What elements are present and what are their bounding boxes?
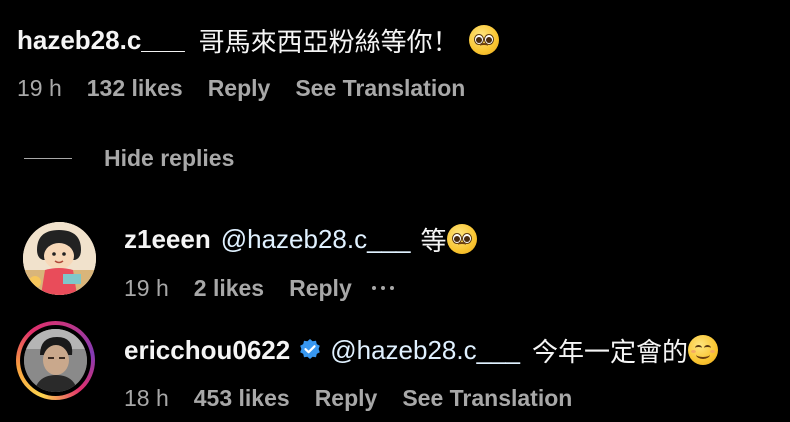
hide-replies-button[interactable]: Hide replies: [104, 144, 259, 172]
hide-replies-label: Hide replies: [104, 144, 235, 171]
comments-panel: hazeb28.c___ 哥馬來西亞粉絲等你！ 19 h 132 likes R…: [0, 0, 790, 422]
see-translation-button[interactable]: See Translation: [295, 75, 465, 102]
comment-meta: 19 h 132 likes Reply See Translation: [17, 74, 490, 102]
reply-text: 今年一定會的: [531, 336, 688, 367]
verified-badge-icon: [298, 338, 322, 362]
reply-time: 18 h: [124, 384, 169, 411]
avatar-illustration: [23, 222, 96, 295]
avatar[interactable]: [23, 222, 96, 295]
more-dots-icon[interactable]: [371, 286, 394, 290]
reply-button[interactable]: Reply: [208, 75, 271, 102]
comment-likes[interactable]: 132 likes: [87, 75, 183, 102]
comment-text: 哥馬來西亞粉絲等你！: [198, 26, 459, 57]
replies-divider: [24, 158, 72, 159]
comment-username[interactable]: hazeb28.c___: [17, 25, 185, 56]
reply-button[interactable]: Reply: [289, 275, 352, 302]
reply-mention[interactable]: @hazeb28.c___: [330, 335, 520, 366]
avatar-photo: [24, 329, 87, 392]
pleading-face-emoji-icon: [468, 25, 499, 55]
comment-header: hazeb28.c___ 哥馬來西亞粉絲等你！: [17, 20, 499, 60]
reply-meta: 18 h 453 likes Reply See Translation: [124, 384, 597, 412]
reply-username[interactable]: z1eeen: [124, 224, 211, 255]
comment-time: 19 h: [17, 74, 62, 101]
reply-mention[interactable]: @hazeb28.c___: [221, 224, 411, 255]
reply-meta: 19 h 2 likes Reply: [124, 274, 419, 302]
reply-header: ericchou0622 @hazeb28.c___ 今年一定會的: [124, 331, 718, 369]
reply-text: 等: [420, 225, 447, 256]
see-translation-button[interactable]: See Translation: [402, 385, 572, 412]
reply-username[interactable]: ericchou0622: [124, 335, 290, 366]
reply-button[interactable]: Reply: [315, 385, 378, 412]
reply-header: z1eeen @hazeb28.c___ 等: [124, 220, 477, 258]
smiling-face-emoji-icon: [688, 335, 718, 365]
pleading-face-emoji-icon: [446, 224, 477, 254]
reply-time: 19 h: [124, 274, 169, 301]
reply-likes[interactable]: 2 likes: [194, 275, 264, 302]
avatar[interactable]: [24, 329, 87, 392]
reply-likes[interactable]: 453 likes: [194, 385, 290, 412]
